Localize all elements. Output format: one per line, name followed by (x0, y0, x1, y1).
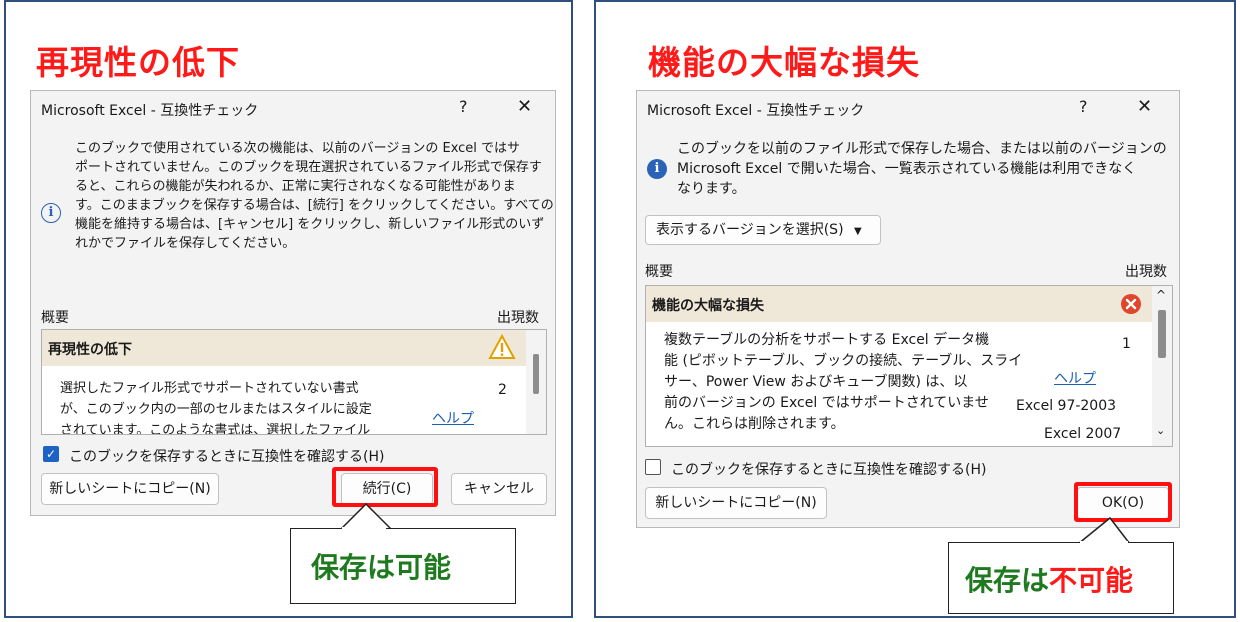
version-label: Excel 97-2003 (1016, 398, 1117, 414)
dialog-title-bar: Microsoft Excel - 互換性チェック ? ✕ (637, 91, 1179, 127)
continue-highlight-box (332, 467, 438, 507)
close-button[interactable]: ✕ (517, 96, 532, 117)
info-icon: i (41, 203, 61, 223)
save-possible-callout: 保存は可能 (290, 528, 516, 604)
version-select-button[interactable]: 表示するバージョンを選択(S) ▼ (645, 215, 881, 245)
summary-label: 概要 (41, 310, 69, 326)
compatibility-dialog-right: Microsoft Excel - 互換性チェック ? ✕ i このブックを以前… (636, 90, 1180, 528)
compatibility-dialog-left: Microsoft Excel - 互換性チェック ? ✕ i このブックで使用… (30, 90, 556, 516)
scroll-up-icon[interactable]: ^ (1156, 288, 1166, 302)
callout-join (1080, 541, 1128, 544)
issues-list[interactable]: 再現性の低下 選択したファイル形式でサポートされていない書式 が、このブック内の… (41, 329, 547, 435)
callout-join (342, 527, 386, 530)
compat-check-label: このブックを保存するときに互換性を確認する(H) (69, 449, 385, 465)
issue-description: 選択したファイル形式でサポートされていない書式 が、このブック内の一部のセルまた… (60, 381, 372, 435)
dialog-title: Microsoft Excel - 互換性チェック (647, 103, 865, 119)
list-scrollbar[interactable]: ^ ⌄ (1152, 286, 1172, 446)
help-link[interactable]: ヘルプ (1054, 368, 1096, 388)
version-label: Excel 2007 (1044, 426, 1122, 442)
right-heading: 機能の大幅な損失 (648, 43, 920, 82)
issue-category-header: 再現性の低下 (42, 330, 526, 366)
issue-count: 2 (498, 382, 507, 398)
scrollbar-thumb[interactable] (1158, 310, 1166, 358)
occurrences-label: 出現数 (497, 310, 539, 326)
list-scrollbar[interactable] (526, 330, 546, 434)
issue-category-header: 機能の大幅な損失 (646, 286, 1152, 322)
issue-description: 複数テーブルの分析をサポートする Excel データ機 能 (ピボットテーブル、… (664, 332, 1023, 432)
right-panel: 機能の大幅な損失 Microsoft Excel - 互換性チェック ? ✕ i… (594, 0, 1236, 618)
occurrences-label: 出現数 (1125, 264, 1167, 280)
dialog-title: Microsoft Excel - 互換性チェック (41, 103, 259, 119)
help-question-button[interactable]: ? (459, 97, 468, 116)
compat-check-checkbox[interactable]: ✓ (43, 446, 59, 462)
warning-icon (488, 334, 516, 359)
dialog-message: このブックで使用されている次の機能は、以前のバージョンの Excel ではサ ポ… (75, 141, 554, 251)
cancel-button[interactable]: キャンセル (451, 473, 547, 505)
dialog-message: このブックを以前のファイル形式で保存した場合、または以前のバージョンの Micr… (677, 141, 1167, 197)
close-button[interactable]: ✕ (1137, 96, 1152, 117)
error-icon (1121, 294, 1141, 314)
help-link[interactable]: ヘルプ (432, 408, 474, 428)
compat-check-checkbox[interactable] (645, 459, 661, 475)
info-icon: i (647, 159, 667, 179)
compat-check-label: このブックを保存するときに互換性を確認する(H) (671, 462, 987, 478)
issue-count: 1 (1122, 336, 1131, 352)
issues-list[interactable]: 機能の大幅な損失 複数テーブルの分析をサポートする Excel データ機 能 (… (645, 285, 1173, 447)
help-question-button[interactable]: ? (1079, 97, 1088, 116)
left-panel: 再現性の低下 Microsoft Excel - 互換性チェック ? ✕ i こ… (4, 0, 573, 618)
scroll-down-icon[interactable]: ⌄ (1156, 424, 1165, 437)
save-impossible-callout: 保存は不可能 (948, 542, 1174, 614)
scrollbar-thumb[interactable] (533, 354, 539, 394)
summary-label: 概要 (645, 264, 673, 280)
dropdown-arrow-icon: ▼ (853, 226, 862, 237)
copy-to-new-sheet-button[interactable]: 新しいシートにコピー(N) (41, 473, 219, 505)
copy-to-new-sheet-button[interactable]: 新しいシートにコピー(N) (645, 487, 827, 519)
dialog-title-bar: Microsoft Excel - 互換性チェック ? ✕ (31, 91, 555, 127)
left-heading: 再現性の低下 (36, 43, 240, 82)
